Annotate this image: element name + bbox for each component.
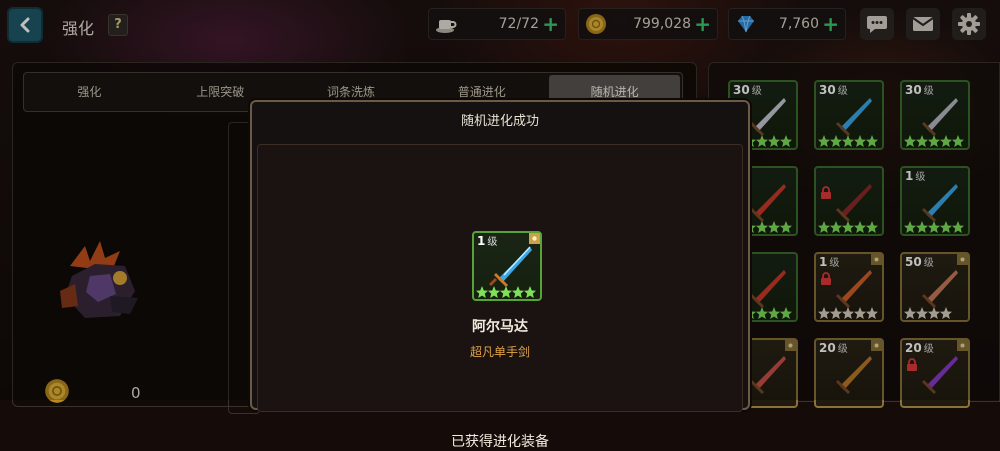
- item-name: 阿尔马达: [472, 319, 528, 335]
- rarity-corner-icon: [529, 233, 540, 244]
- item-type: 超凡单手剑: [469, 345, 530, 359]
- obtained-message: 已获得进化装备: [451, 434, 549, 450]
- dialog-title: 随机进化成功: [460, 114, 539, 129]
- sword-icon: [489, 246, 532, 287]
- evolve-result-dialog: 随机进化成功 1级 阿尔马达 超凡单手剑 已获得进化装备: [250, 100, 750, 450]
- result-item-slot[interactable]: 1级: [472, 231, 542, 301]
- dialog-body: 1级 阿尔马达 超凡单手剑 已获得进化装备: [257, 144, 743, 450]
- rating-stars: [476, 286, 536, 298]
